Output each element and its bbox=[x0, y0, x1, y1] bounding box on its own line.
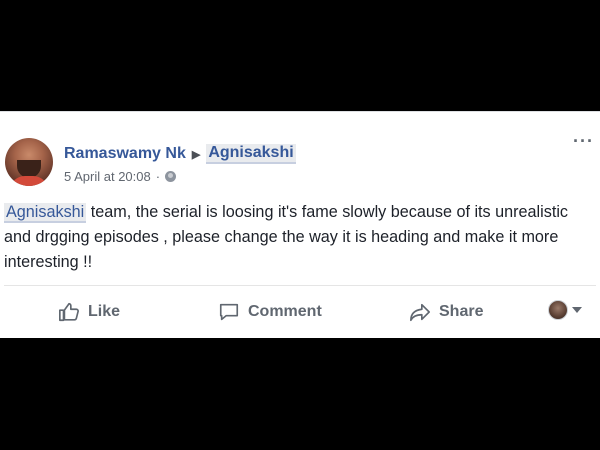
chevron-down-icon bbox=[572, 307, 582, 313]
share-label: Share bbox=[439, 303, 484, 320]
post-body-text: team, the serial is loosing it's fame sl… bbox=[4, 203, 569, 271]
share-arrow-icon bbox=[410, 303, 430, 322]
comment-button[interactable]: Comment bbox=[218, 297, 322, 327]
thumbs-up-icon bbox=[59, 302, 79, 322]
comment-bubble-icon bbox=[219, 303, 239, 321]
top-black-band bbox=[0, 0, 600, 111]
like-label: Like bbox=[88, 303, 121, 320]
author-avatar[interactable] bbox=[5, 138, 53, 186]
post-meta: 5 April at 20:08 · bbox=[64, 169, 177, 184]
post-timestamp[interactable]: 5 April at 20:08 bbox=[64, 169, 151, 184]
like-button[interactable]: Like bbox=[58, 297, 120, 327]
author-name-link[interactable]: Ramaswamy Nk bbox=[64, 145, 186, 163]
ellipsis-icon[interactable]: ··· bbox=[573, 132, 594, 150]
post-header: Ramaswamy Nk ▶ Agnisakshi bbox=[64, 144, 296, 164]
post-body: Agnisakshi team, the serial is loosing i… bbox=[4, 200, 594, 275]
avatar-shirt-shape bbox=[9, 176, 49, 186]
comment-label: Comment bbox=[248, 303, 322, 320]
facebook-post-card: Ramaswamy Nk ▶ Agnisakshi 5 April at 20:… bbox=[0, 111, 600, 338]
mention-tag[interactable]: Agnisakshi bbox=[4, 203, 87, 223]
viewer-avatar bbox=[548, 300, 568, 320]
share-button[interactable]: Share bbox=[409, 297, 483, 327]
bottom-black-band bbox=[0, 338, 600, 450]
globe-icon[interactable] bbox=[165, 171, 177, 182]
target-page-link[interactable]: Agnisakshi bbox=[206, 144, 296, 164]
shared-to-arrow-icon: ▶ bbox=[191, 148, 201, 161]
meta-separator: · bbox=[155, 169, 161, 184]
post-as-selector[interactable] bbox=[548, 300, 582, 320]
actions-divider bbox=[4, 285, 596, 286]
